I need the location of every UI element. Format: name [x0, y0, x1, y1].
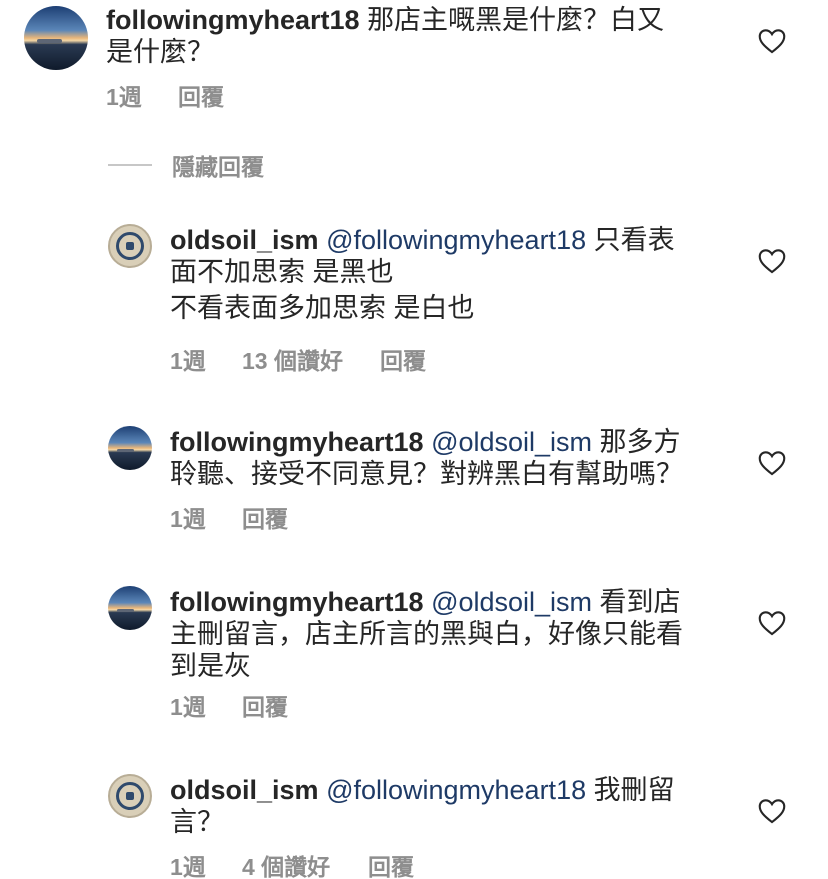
username-link[interactable]: followingmyheart18	[170, 427, 424, 457]
avatar[interactable]	[108, 426, 152, 470]
comment-body-cont: 到是灰	[170, 651, 251, 681]
reply-button[interactable]: 回覆	[242, 688, 288, 722]
divider	[108, 164, 152, 166]
avatar[interactable]	[24, 6, 88, 70]
comment-body: 那店主嘅黑是什麼？白又	[367, 5, 665, 35]
avatar[interactable]	[108, 774, 152, 818]
comment-item: followingmyheart18 那店主嘅黑是什麼？白又 是什麼？ 1週 回…	[0, 0, 828, 120]
reply-button[interactable]: 回覆	[368, 848, 414, 879]
mention-link[interactable]: @oldsoil_ism	[431, 427, 592, 457]
heart-icon[interactable]	[758, 798, 786, 824]
hide-replies-label: 隱藏回覆	[172, 154, 264, 180]
timestamp[interactable]: 1週	[170, 500, 206, 534]
username-link[interactable]: oldsoil_ism	[170, 775, 319, 805]
comment-body-cont: 是什麼？	[106, 37, 214, 67]
mention-link[interactable]: @followingmyheart18	[326, 225, 586, 255]
comment-body-cont: 面不加思索 是黑也	[170, 257, 394, 287]
comment-text: followingmyheart18 @oldsoil_ism 看到店 主刪留言…	[170, 586, 730, 682]
timestamp[interactable]: 1週	[106, 78, 142, 112]
comment-body: 我刪留	[593, 775, 675, 805]
reply-button[interactable]: 回覆	[242, 500, 288, 534]
comment-body-cont: 主刪留言，店主所言的黑與白，好像只能看	[170, 619, 683, 649]
reply-button[interactable]: 回覆	[380, 342, 426, 376]
comment-text: oldsoil_ism @followingmyheart18 我刪留 言？	[170, 774, 730, 838]
comment-text: followingmyheart18 那店主嘅黑是什麼？白又 是什麼？	[106, 4, 726, 68]
comment-text: oldsoil_ism @followingmyheart18 只看表 面不加思…	[170, 224, 730, 324]
hide-replies-button[interactable]: 隱藏回覆	[108, 150, 264, 180]
comment-body-cont: 聆聽、接受不同意見？對辨黑白有幫助嗎？	[170, 459, 683, 489]
timestamp[interactable]: 1週	[170, 688, 206, 722]
heart-icon[interactable]	[758, 28, 786, 54]
reply-item: followingmyheart18 @oldsoil_ism 看到店 主刪留言…	[0, 582, 828, 732]
username-link[interactable]: followingmyheart18	[106, 5, 360, 35]
comment-body: 看到店	[599, 587, 681, 617]
timestamp[interactable]: 1週	[170, 848, 206, 879]
mention-link[interactable]: @oldsoil_ism	[431, 587, 592, 617]
reply-item: oldsoil_ism @followingmyheart18 只看表 面不加思…	[0, 220, 828, 380]
heart-icon[interactable]	[758, 450, 786, 476]
heart-icon[interactable]	[758, 610, 786, 636]
username-link[interactable]: followingmyheart18	[170, 587, 424, 617]
reply-button[interactable]: 回覆	[178, 78, 224, 112]
comment-body: 那多方	[599, 427, 681, 457]
username-link[interactable]: oldsoil_ism	[170, 225, 319, 255]
likes-count[interactable]: 13 個讚好	[242, 342, 343, 376]
heart-icon[interactable]	[758, 248, 786, 274]
comment-text: followingmyheart18 @oldsoil_ism 那多方 聆聽、接…	[170, 426, 730, 490]
comment-body-cont: 言？	[170, 807, 224, 837]
timestamp[interactable]: 1週	[170, 342, 206, 376]
reply-item: oldsoil_ism @followingmyheart18 我刪留 言？ 1…	[0, 770, 828, 879]
avatar[interactable]	[108, 586, 152, 630]
likes-count[interactable]: 4 個讚好	[242, 848, 330, 879]
comment-body-cont: 不看表面多加思索 是白也	[170, 293, 475, 323]
reply-item: followingmyheart18 @oldsoil_ism 那多方 聆聽、接…	[0, 422, 828, 542]
comment-body: 只看表	[593, 225, 675, 255]
mention-link[interactable]: @followingmyheart18	[326, 775, 586, 805]
avatar[interactable]	[108, 224, 152, 268]
